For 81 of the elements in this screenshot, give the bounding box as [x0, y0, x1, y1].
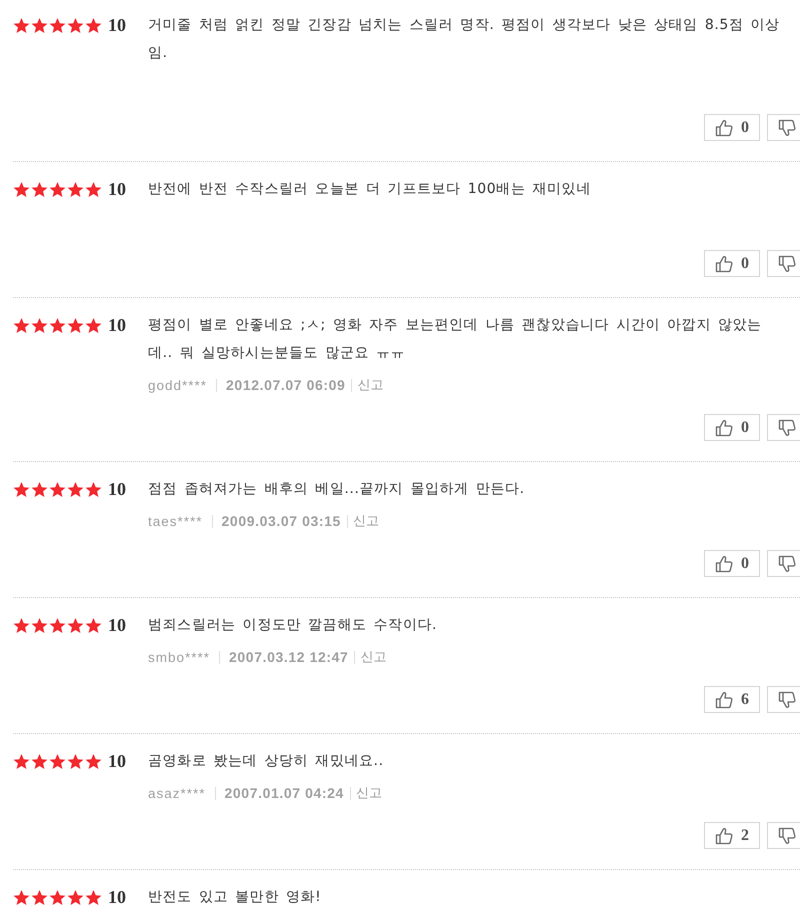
author-name: asaz****: [148, 786, 206, 800]
rating-score: 10: [108, 750, 127, 773]
dislike-button[interactable]: [767, 250, 800, 277]
author-name: taes****: [148, 514, 203, 528]
star-icon: [85, 480, 102, 498]
like-button[interactable]: 0: [704, 114, 760, 141]
star-icon: [31, 888, 48, 906]
dislike-button[interactable]: [767, 686, 800, 713]
rating-score: 10: [108, 886, 127, 909]
star-icon: [31, 16, 48, 34]
star-icon: [67, 316, 84, 334]
thumbs-up-icon: [715, 690, 733, 708]
thumbs-down-icon: [778, 554, 796, 572]
review-date: 2007.01.07 04:24: [224, 785, 344, 801]
thumbs-up-icon: [715, 254, 733, 272]
star-icon: [67, 16, 84, 34]
star-icon: [49, 16, 66, 34]
like-button[interactable]: 2: [704, 822, 760, 849]
star-icon: [67, 616, 84, 634]
rating-score: 10: [108, 478, 127, 501]
star-icon: [49, 888, 66, 906]
review-text: 평점이 별로 안좋네요 ;ㅅ; 영화 자주 보는편인데 나름 괜찮았습니다 시간이 아깝지 않았는데.. 뭐 실망하시는분들도 많군요 ㅠㅠ: [148, 316, 763, 363]
star-icon: [67, 752, 84, 770]
like-button[interactable]: 0: [704, 414, 760, 441]
review-date: 2012.07.07 06:09: [226, 377, 346, 393]
like-button[interactable]: 6: [704, 686, 760, 713]
thumbs-down-icon: [778, 826, 796, 844]
star-icon: [31, 752, 48, 770]
review-text: 반전도 있고 볼만한 영화!: [148, 888, 322, 907]
star-icon: [67, 888, 84, 906]
star-icon: [13, 480, 30, 498]
star-icon: [13, 752, 30, 770]
star-icon: [49, 180, 66, 198]
review-text: 거미줄 처럼 얽킨 정말 긴장감 넘치는 스릴러 명작. 평점이 생각보다 낮은 상태임 8.5점 이상임.: [148, 16, 781, 63]
dislike-button[interactable]: [767, 414, 800, 441]
dislike-button[interactable]: [767, 822, 800, 849]
review-date: 2009.03.07 03:15: [222, 513, 341, 529]
star-icon: [49, 480, 66, 498]
review-text: 범죄스릴러는 이정도만 깔끔해도 수작이다.: [148, 616, 438, 635]
thumbs-up-icon: [715, 118, 733, 136]
star-icon: [85, 316, 102, 334]
star-icon: [49, 752, 66, 770]
star-icon: [13, 888, 30, 906]
star-icon: [67, 480, 84, 498]
star-icon: [85, 16, 102, 34]
star-icon: [85, 752, 102, 770]
like-button[interactable]: 0: [704, 550, 760, 577]
thumbs-down-icon: [778, 690, 796, 708]
review-date: 2007.03.12 12:47: [229, 649, 348, 665]
star-icon: [85, 616, 102, 634]
dislike-button[interactable]: [767, 550, 800, 577]
rating-score: 10: [108, 614, 127, 637]
dislike-button[interactable]: [767, 114, 800, 141]
like-button[interactable]: 0: [704, 250, 760, 277]
rating-score: 10: [108, 14, 127, 37]
star-icon: [85, 180, 102, 198]
star-icon: [31, 480, 48, 498]
rating-score: 10: [108, 314, 127, 337]
star-icon: [67, 180, 84, 198]
star-icon: [31, 316, 48, 334]
thumbs-down-icon: [778, 418, 796, 436]
rating-score: 10: [108, 178, 127, 201]
author-name: godd****: [148, 378, 208, 392]
thumbs-up-icon: [715, 554, 733, 572]
star-icon: [13, 180, 30, 198]
thumbs-up-icon: [715, 418, 733, 436]
star-icon: [49, 616, 66, 634]
star-icon: [13, 616, 30, 634]
review-text: 점점 좁혀져가는 배후의 베일...끝까지 몰입하게 만든다.: [148, 480, 526, 499]
author-name: smbo****: [148, 650, 210, 664]
star-icon: [49, 316, 66, 334]
review-text: 반전에 반전 수작스릴러 오늘본 더 기프트보다 100배는 재미있네: [148, 180, 592, 199]
thumbs-down-icon: [778, 118, 796, 136]
star-icon: [31, 180, 48, 198]
thumbs-down-icon: [778, 254, 796, 272]
star-icon: [85, 888, 102, 906]
star-icon: [31, 616, 48, 634]
thumbs-up-icon: [715, 826, 733, 844]
star-icon: [13, 16, 30, 34]
star-icon: [13, 316, 30, 334]
review-text: 곰영화로 봤는데 상당히 재밌네요..: [148, 752, 385, 771]
